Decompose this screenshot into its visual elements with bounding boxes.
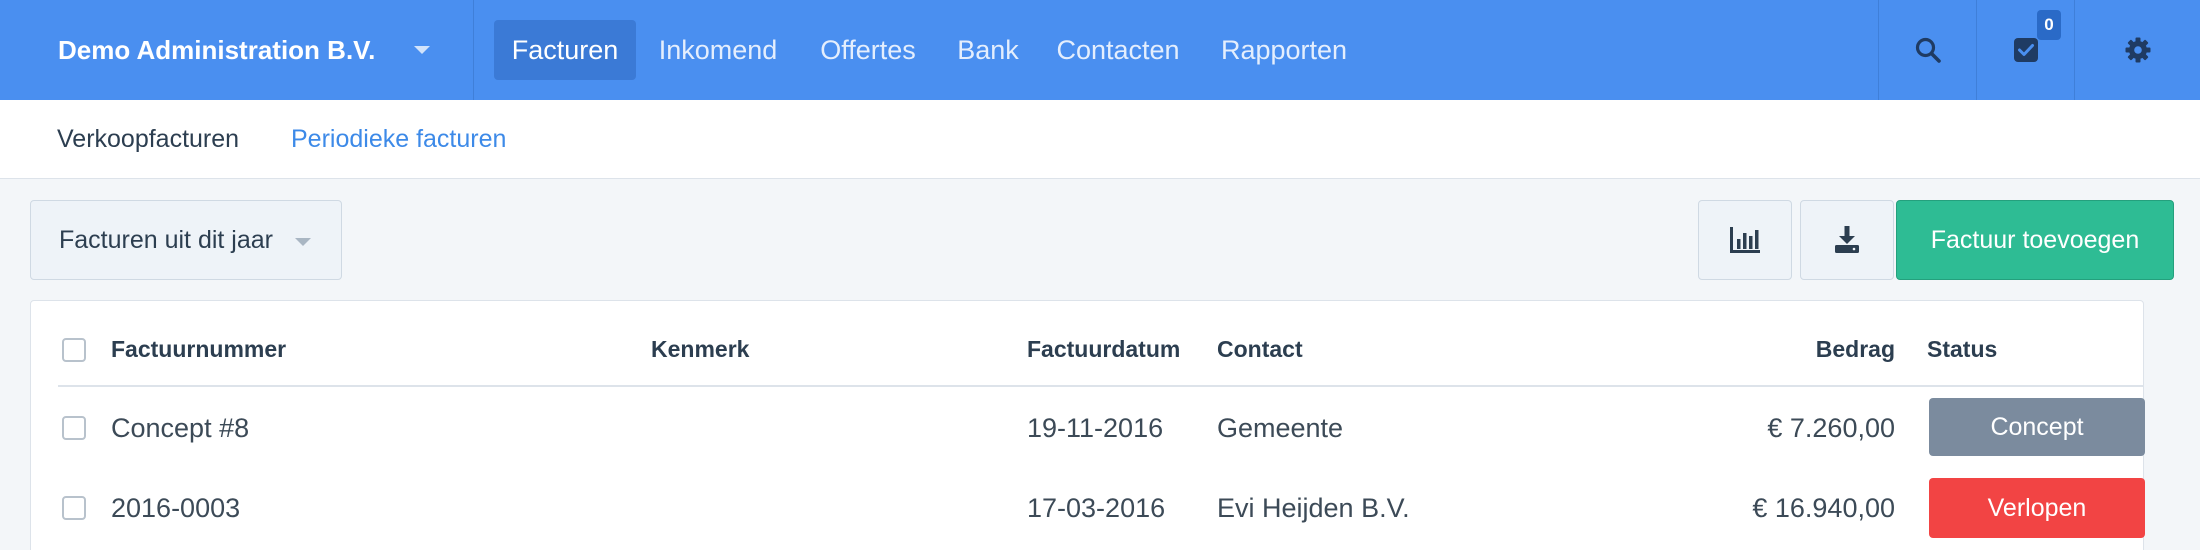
task-check-icon <box>2013 38 2038 62</box>
invoice-number[interactable]: Concept #8 <box>111 412 249 444</box>
invoice-date: 17-03-2016 <box>1027 492 1166 523</box>
gear-icon <box>2125 37 2150 63</box>
filter-label: Facturen uit dit jaar <box>59 225 273 254</box>
invoice-number[interactable]: 2016-0003 <box>111 492 240 524</box>
nav-label: Rapporten <box>1220 34 1348 65</box>
column-header-status[interactable]: Status <box>1927 335 1997 363</box>
header-divider <box>58 385 2144 387</box>
period-filter-dropdown[interactable]: Facturen uit dit jaar <box>30 200 342 280</box>
status-badge[interactable]: Verlopen <box>1929 478 2145 538</box>
column-header-amount[interactable]: Bedrag <box>1700 335 1895 363</box>
nav-contacten[interactable]: Contacten <box>1050 20 1186 80</box>
nav-label: Inkomend <box>658 34 778 65</box>
invoice-amount: € 7.260,00 <box>1767 412 1895 443</box>
column-header-date[interactable]: Factuurdatum <box>1027 335 1180 363</box>
nav-bank[interactable]: Bank <box>948 20 1028 80</box>
sub-navigation: Verkoopfacturen Periodieke facturen <box>0 100 2200 179</box>
subnav-label: Periodieke facturen <box>291 125 507 153</box>
invoice-contact: Evi Heijden B.V. <box>1217 492 1410 523</box>
search-icon <box>1915 37 1941 63</box>
search-button[interactable] <box>1878 0 1976 100</box>
bar-chart-icon <box>1730 227 1760 253</box>
company-switcher[interactable]: Demo Administration B.V. <box>0 0 474 100</box>
column-header-number[interactable]: Factuurnummer <box>111 335 286 363</box>
column-header-contact[interactable]: Contact <box>1217 335 1303 363</box>
nav-label: Facturen <box>511 34 619 65</box>
nav-facturen[interactable]: Facturen <box>494 20 636 80</box>
nav-label: Contacten <box>1056 34 1180 65</box>
add-invoice-button[interactable]: Factuur toevoegen <box>1896 200 2174 280</box>
settings-button[interactable] <box>2074 0 2200 100</box>
row-checkbox[interactable] <box>62 496 86 520</box>
status-badge[interactable]: Concept <box>1929 398 2145 456</box>
invoice-date: 19-11-2016 <box>1027 412 1164 443</box>
invoice-contact: Gemeente <box>1217 412 1344 443</box>
nav-inkomend[interactable]: Inkomend <box>650 20 786 80</box>
top-navigation-bar: Demo Administration B.V. Facturen Inkome… <box>0 0 2200 100</box>
subnav-periodieke-facturen[interactable]: Periodieke facturen <box>291 100 506 179</box>
invoice-amount: € 16.940,00 <box>1752 492 1895 523</box>
column-header-reference[interactable]: Kenmerk <box>651 335 749 363</box>
company-name: Demo Administration B.V. <box>58 34 376 65</box>
chevron-down-icon <box>295 238 311 246</box>
chevron-down-icon <box>414 46 430 54</box>
nav-offertes[interactable]: Offertes <box>808 20 928 80</box>
download-icon <box>1835 226 1859 253</box>
nav-rapporten[interactable]: Rapporten <box>1208 20 1360 80</box>
tasks-count-badge: 0 <box>2037 10 2061 40</box>
chart-button[interactable] <box>1698 200 1792 280</box>
nav-label: Bank <box>957 34 1019 65</box>
subnav-label: Verkoopfacturen <box>57 125 240 153</box>
subnav-verkoopfacturen[interactable]: Verkoopfacturen <box>57 100 239 179</box>
select-all-checkbox[interactable] <box>62 338 86 362</box>
nav-label: Offertes <box>820 34 916 65</box>
export-button[interactable] <box>1800 200 1894 280</box>
row-checkbox[interactable] <box>62 416 86 440</box>
add-invoice-label: Factuur toevoegen <box>1930 225 2140 254</box>
